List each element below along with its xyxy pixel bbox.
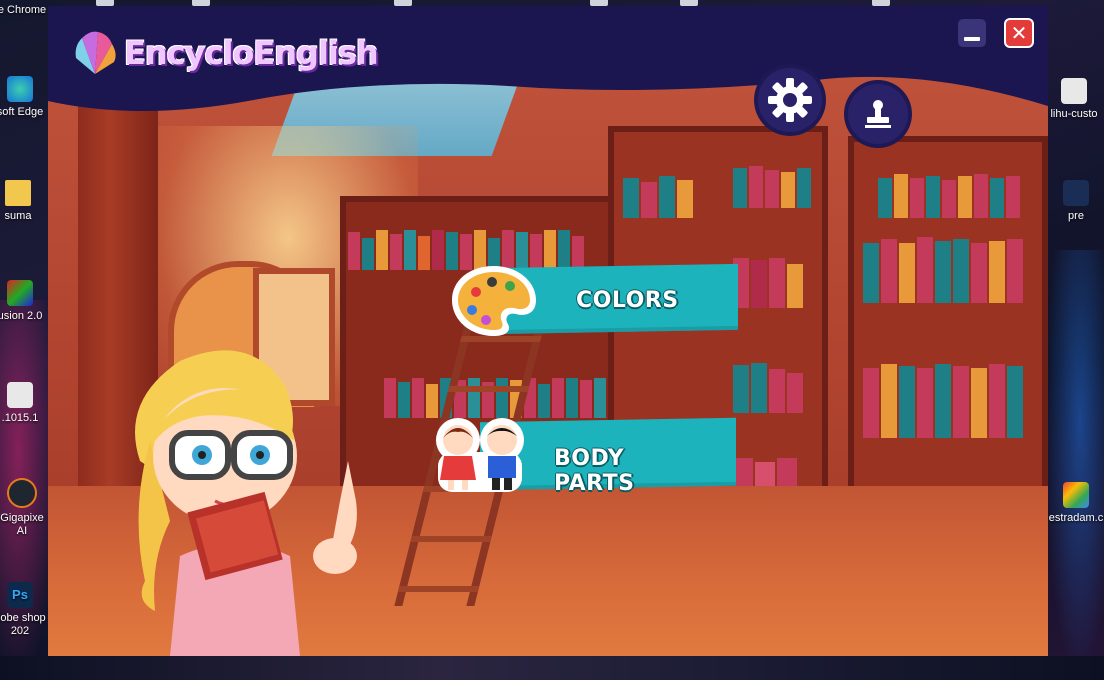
books-row	[733, 363, 803, 413]
desktop-bottom-area	[0, 656, 1104, 680]
desktop-icon-label: dobe shop 202	[0, 612, 46, 637]
app-logo: EncycloEnglish	[72, 28, 379, 78]
desktop-icon-label: pre	[1068, 210, 1084, 222]
desktop-icon-edge[interactable]: soft Edge	[0, 76, 48, 119]
books-row	[863, 237, 1023, 303]
stamp-icon	[865, 100, 891, 128]
desktop-icon-gigapixel[interactable]: Gigapixe AI	[0, 478, 50, 538]
desktop-icon-estradam[interactable]: estradam.c	[1048, 482, 1104, 525]
app-icon	[1063, 180, 1089, 206]
books-row	[878, 174, 1020, 218]
desktop-icon-label: usion 2.0	[0, 310, 43, 322]
teacher-character	[135, 350, 357, 656]
app-window: EncycloEnglish ✕ COLORS BODY PARTS	[48, 6, 1048, 656]
desktop-icon-installer[interactable]: .1015.1	[0, 382, 48, 425]
desktop-icon-lihu[interactable]: lihu-custo	[1046, 78, 1102, 121]
body-parts-label: BODY PARTS	[554, 446, 635, 496]
desktop-icon-label: suma	[4, 210, 32, 222]
books-row	[623, 176, 693, 218]
gigapixel-icon	[7, 478, 37, 508]
folder-icon	[5, 180, 31, 206]
file-icon	[1061, 78, 1087, 104]
file-icon	[7, 382, 33, 408]
settings-button[interactable]	[758, 68, 822, 132]
books-row	[863, 364, 1023, 438]
colors-menu-button[interactable]: COLORS	[452, 262, 738, 336]
minimize-button[interactable]	[958, 19, 986, 47]
body-parts-menu-button[interactable]: BODY PARTS	[434, 416, 736, 496]
rgb-icon	[7, 280, 33, 306]
desktop-icon-label: soft Edge	[0, 106, 44, 118]
book-fan-icon	[75, 31, 116, 75]
stamp-button[interactable]	[848, 84, 908, 144]
colors-label: COLORS	[576, 288, 679, 313]
desktop-icon-label: lihu-custo	[1050, 108, 1098, 120]
desktop-icon-chrome[interactable]: e Chrome	[0, 4, 50, 17]
desktop-icon-suma[interactable]: suma	[0, 180, 46, 223]
palette-icon	[452, 266, 536, 336]
edge-icon	[7, 76, 33, 102]
desktop-icon-label: e Chrome	[0, 4, 47, 16]
books-row	[733, 258, 803, 308]
kids-icon	[436, 418, 524, 492]
desktop-icon-fusion[interactable]: usion 2.0	[0, 280, 48, 323]
desktop-icon-label: Gigapixe AI	[0, 512, 44, 537]
gear-icon	[768, 78, 812, 122]
photoshop-icon: Ps	[7, 582, 33, 608]
desktop-glow-right	[1044, 250, 1104, 680]
desktop-icon-pre[interactable]: pre	[1048, 180, 1104, 223]
chrome-file-icon	[1063, 482, 1089, 508]
desktop-icon-photoshop[interactable]: Ps dobe shop 202	[0, 582, 48, 638]
app-title: EncycloEnglish	[124, 34, 379, 72]
desktop-icon-label: estradam.c	[1048, 512, 1104, 524]
close-button[interactable]: ✕	[1004, 18, 1034, 48]
books-row	[733, 166, 811, 208]
desktop-icon-label: .1015.1	[1, 412, 39, 424]
